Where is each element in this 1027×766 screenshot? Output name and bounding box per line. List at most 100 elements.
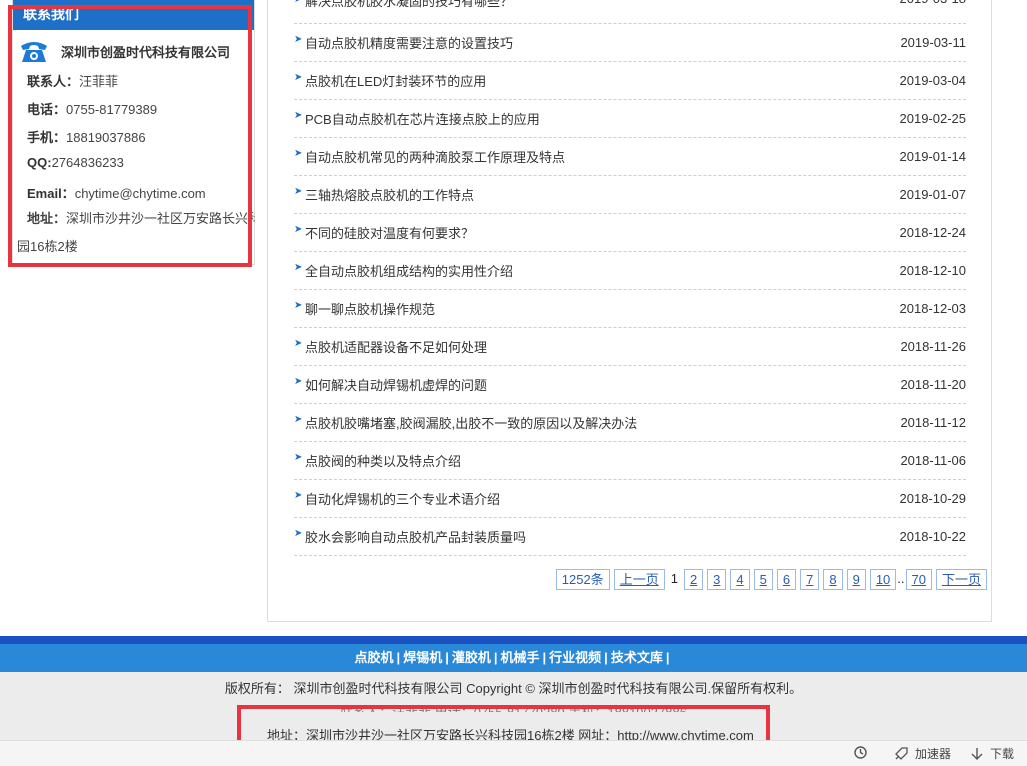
bullet-icon: ➤ (294, 300, 303, 311)
footer-copyright: 版权所有： 深圳市创盈时代科技有限公司 Copyright © 深圳市创盈时代科… (224, 681, 803, 696)
news-panel: ➤ 解决点胶机胶水凝固的技巧有哪些？ 2019-03-18 ➤自动点胶机精度需要… (267, 0, 992, 622)
contact-qq-value: 2764836233 (51, 155, 124, 170)
news-date: 2019-03-18 (896, 0, 967, 6)
list-item[interactable]: ➤ 胶水会影响自动点胶机产品封装质量吗 2018-10-22 (294, 518, 966, 556)
pager-page-link[interactable]: 8 (823, 569, 843, 590)
footer-link-soldering[interactable]: 焊锡机 (403, 650, 442, 665)
news-title[interactable]: 解决点胶机胶水凝固的技巧有哪些？ (305, 0, 896, 10)
news-date: 2019-02-25 (899, 111, 967, 126)
news-date: 2018-11-20 (900, 377, 966, 392)
list-item[interactable]: ➤ 自动点胶机精度需要注意的设置技巧 2019-03-11 (294, 24, 966, 62)
list-item[interactable]: ➤ 聊一聊点胶机操作规范 2018-12-03 (294, 290, 966, 328)
footer-link-robot-arm[interactable]: 机械手 (501, 650, 540, 665)
pager-page-link[interactable]: 10 (869, 569, 897, 590)
footer-separator: | (445, 650, 449, 665)
news-title[interactable]: 如何解决自动焊锡机虚焊的问题 (305, 375, 896, 394)
news-date: 2018-11-12 (900, 415, 966, 430)
contact-address-line2: 园16栋2楼 (17, 239, 78, 254)
contact-qq-label: QQ: (27, 155, 52, 170)
contact-company-row: 深圳市创盈时代科技有限公司 (17, 36, 230, 66)
pager-page-link[interactable]: 7 (800, 569, 820, 590)
bullet-icon: ➤ (294, 34, 303, 45)
footer-link-industry-video[interactable]: 行业视频 (549, 650, 601, 665)
pager-total: 1252条 (555, 569, 610, 590)
news-date: 2019-03-11 (900, 35, 966, 50)
contact-person: 联系人：汪菲菲 (27, 71, 118, 90)
footer-info: 版权所有： 深圳市创盈时代科技有限公司 Copyright © 深圳市创盈时代科… (0, 672, 1027, 743)
footer-separator: | (604, 650, 608, 665)
bullet-icon: ➤ (294, 186, 303, 197)
news-title[interactable]: 点胶机在LED灯封装环节的应用 (305, 71, 896, 90)
news-title[interactable]: 三轴热熔胶点胶机的工作特点 (305, 185, 896, 204)
pager-next-button[interactable]: 下一页 (935, 569, 987, 590)
list-item[interactable]: ➤ 不同的硅胶对温度有何要求？ 2018-12-24 (294, 214, 966, 252)
list-item[interactable]: ➤ 点胶机胶嘴堵塞,胶阀漏胶,出胶不一致的原因以及解决办法 2018-11-12 (294, 404, 966, 442)
news-title[interactable]: 自动点胶机常见的两种滴胶泵工作原理及特点 (305, 147, 896, 166)
pager-page-link[interactable]: 9 (846, 569, 866, 590)
news-title[interactable]: 点胶机适配器设备不足如何处理 (305, 337, 896, 356)
bullet-icon: ➤ (294, 414, 303, 425)
news-title[interactable]: 胶水会影响自动点胶机产品封装质量吗 (305, 527, 896, 546)
news-date: 2018-10-29 (899, 491, 967, 506)
footer-contact: 联系人：汪菲菲 电话：0755-81779389 手机：18819037886 (0, 702, 1027, 712)
pager-page-link[interactable]: 2 (683, 569, 704, 590)
bullet-icon: ➤ (294, 376, 303, 387)
refresh-status-button[interactable] (853, 745, 874, 760)
contact-heading: 联系我们 (13, 0, 254, 30)
news-title[interactable]: 不同的硅胶对温度有何要求？ (305, 223, 896, 242)
contact-qq: QQ:2764836233 (27, 155, 124, 170)
bullet-icon: ➤ (294, 338, 303, 349)
pager-page-link[interactable]: 4 (730, 569, 750, 590)
pager-last-page-link[interactable]: 70 (905, 569, 932, 590)
news-date: 2018-11-06 (900, 453, 966, 468)
list-item[interactable]: ➤ 自动化焊锡机的三个专业术语介绍 2018-10-29 (294, 480, 966, 518)
news-date: 2018-12-03 (899, 301, 967, 316)
pager-page-link[interactable]: 6 (776, 569, 797, 590)
news-date: 2018-12-24 (899, 225, 967, 240)
footer-link-tech-library[interactable]: 技术文库 (611, 650, 663, 665)
footer-link-potting[interactable]: 灌胶机 (452, 650, 491, 665)
bullet-icon: ➤ (294, 262, 303, 273)
accelerator-button[interactable]: 加速器 (893, 745, 951, 762)
list-item[interactable]: ➤ PCB自动点胶机在芯片连接点胶上的应用 2019-02-25 (294, 100, 966, 138)
news-title[interactable]: 点胶阀的种类以及特点介绍 (305, 451, 896, 470)
news-title[interactable]: 全自动点胶机组成结构的实用性介绍 (305, 261, 896, 280)
news-title[interactable]: PCB自动点胶机在芯片连接点胶上的应用 (305, 109, 896, 128)
pager-page-link[interactable]: 5 (753, 569, 773, 590)
news-title[interactable]: 自动化焊锡机的三个专业术语介绍 (305, 489, 896, 508)
download-button[interactable]: 下载 (970, 745, 1014, 762)
list-item[interactable]: ➤ 三轴热熔胶点胶机的工作特点 2019-01-07 (294, 176, 966, 214)
bullet-icon: ➤ (294, 452, 303, 463)
list-item[interactable]: ➤ 点胶机适配器设备不足如何处理 2018-11-26 (294, 328, 966, 366)
rocket-icon (895, 746, 908, 760)
news-date: 2019-01-07 (899, 187, 967, 202)
footer-separator: | (665, 650, 670, 665)
news-date: 2018-11-26 (900, 339, 966, 354)
list-item[interactable]: ➤ 点胶阀的种类以及特点介绍 2018-11-06 (294, 442, 966, 480)
list-item[interactable]: ➤ 自动点胶机常见的两种滴胶泵工作原理及特点 2019-01-14 (294, 138, 966, 176)
contact-email-value: chytime@chytime.com (74, 186, 206, 201)
news-title[interactable]: 聊一聊点胶机操作规范 (305, 299, 896, 318)
pager-prev-button[interactable]: 上一页 (613, 569, 665, 590)
browser-status-bar: 加速器 下载 (0, 740, 1027, 766)
bullet-icon: ➤ (294, 72, 303, 83)
bullet-icon: ➤ (294, 0, 305, 5)
bullet-icon: ➤ (294, 148, 303, 159)
list-item[interactable]: ➤ 解决点胶机胶水凝固的技巧有哪些？ 2019-03-18 (294, 0, 966, 24)
contact-address-label: 地址： (27, 211, 67, 226)
news-title[interactable]: 点胶机胶嘴堵塞,胶阀漏胶,出胶不一致的原因以及解决办法 (305, 413, 896, 432)
accelerator-label: 加速器 (915, 747, 952, 761)
news-date: 2018-12-10 (899, 263, 967, 278)
list-item[interactable]: ➤ 全自动点胶机组成结构的实用性介绍 2018-12-10 (294, 252, 966, 290)
pager-current-page: 1 (668, 569, 680, 590)
pager-ellipsis: .. (897, 569, 905, 590)
contact-mobile-value: 18819037886 (66, 130, 146, 145)
refresh-icon (854, 746, 867, 759)
news-title[interactable]: 自动点胶机精度需要注意的设置技巧 (305, 33, 896, 52)
pager-page-link[interactable]: 3 (707, 569, 727, 590)
list-item[interactable]: ➤ 点胶机在LED灯封装环节的应用 2019-03-04 (294, 62, 966, 100)
news-date: 2019-01-14 (899, 149, 967, 164)
footer-link-dispenser[interactable]: 点胶机 (355, 650, 394, 665)
list-item[interactable]: ➤ 如何解决自动焊锡机虚焊的问题 2018-11-20 (294, 366, 966, 404)
footer-divider (0, 636, 1027, 644)
